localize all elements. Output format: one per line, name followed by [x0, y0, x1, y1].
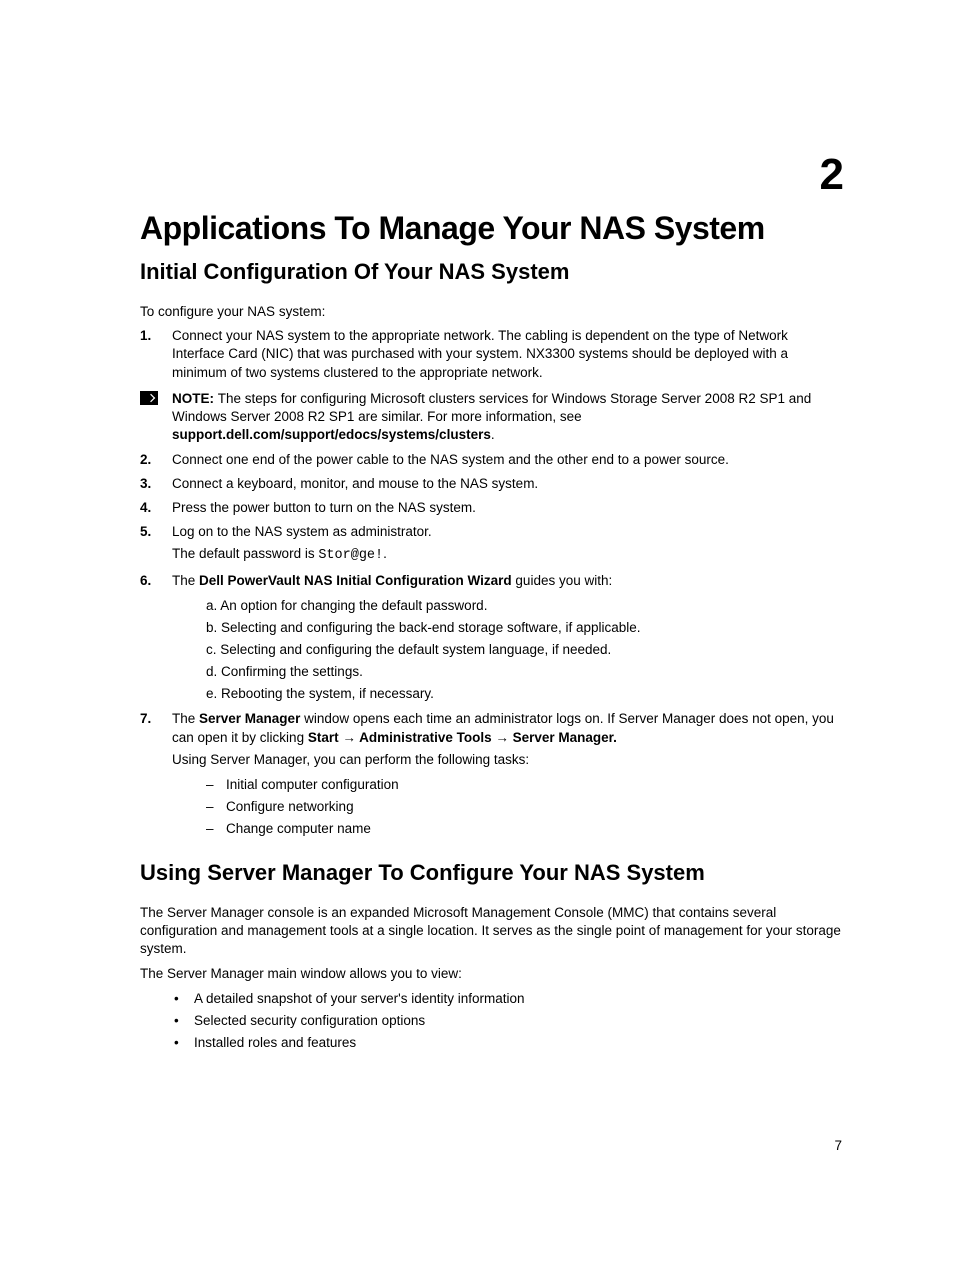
step-5: Log on to the NAS system as administrato… [140, 523, 844, 565]
intro-paragraph: To configure your NAS system: [140, 303, 844, 321]
chapter-number: 2 [820, 150, 844, 200]
step-6: The Dell PowerVault NAS Initial Configur… [140, 572, 844, 705]
step-6e: e. Rebooting the system, if necessary. [206, 684, 844, 705]
server-manager-para1: The Server Manager console is an expande… [140, 904, 844, 959]
note-label: NOTE: [172, 391, 218, 406]
step-6b: b. Selecting and configuring the back-en… [206, 618, 844, 639]
page-title: Applications To Manage Your NAS System [140, 210, 844, 247]
note-text: The steps for configuring Microsoft clus… [172, 391, 811, 424]
section-heading-server-manager: Using Server Manager To Configure Your N… [140, 860, 844, 886]
step-7-pre: The [172, 711, 199, 726]
note-period: . [491, 427, 495, 442]
default-password: Stor@ge! [318, 548, 383, 563]
step-6c: c. Selecting and configuring the default… [206, 640, 844, 661]
step-1: Connect your NAS system to the appropria… [140, 327, 844, 444]
step-3: Connect a keyboard, monitor, and mouse t… [140, 475, 844, 493]
server-manager-view-list: A detailed snapshot of your server's ide… [140, 989, 844, 1054]
step-6a: a. An option for changing the default pa… [206, 596, 844, 617]
section-heading-initial-config: Initial Configuration Of Your NAS System [140, 259, 844, 285]
step-6-pre: The [172, 573, 199, 588]
step-5b-post: . [383, 546, 387, 561]
task-configure-networking: Configure networking [206, 797, 844, 818]
note-link: support.dell.com/support/edocs/systems/c… [172, 427, 491, 442]
note-block: NOTE: The steps for configuring Microsof… [140, 390, 844, 445]
note-icon [140, 391, 158, 405]
step-5b-pre: The default password is [172, 546, 318, 561]
page-number: 7 [834, 1138, 842, 1153]
document-page: 2 Applications To Manage Your NAS System… [0, 0, 954, 1268]
step-6-wizard-name: Dell PowerVault NAS Initial Configuratio… [199, 573, 512, 588]
step-6-post: guides you with: [512, 573, 613, 588]
step-6d: d. Confirming the settings. [206, 662, 844, 683]
step-5-password-line: The default password is Stor@ge!. [172, 545, 844, 565]
step-7-tasks-list: Initial computer configuration Configure… [172, 775, 844, 840]
step-5-text: Log on to the NAS system as administrato… [172, 524, 432, 539]
step-7-path: Start → Administrative Tools → Server Ma… [308, 730, 617, 745]
server-manager-para2: The Server Manager main window allows yo… [140, 965, 844, 983]
step-2: Connect one end of the power cable to th… [140, 451, 844, 469]
step-1-text: Connect your NAS system to the appropria… [172, 328, 788, 379]
step-7: The Server Manager window opens each tim… [140, 710, 844, 839]
view-roles: Installed roles and features [174, 1033, 844, 1054]
config-steps-list: Connect your NAS system to the appropria… [140, 327, 844, 840]
task-initial-config: Initial computer configuration [206, 775, 844, 796]
task-change-name: Change computer name [206, 819, 844, 840]
step-7-line2: Using Server Manager, you can perform th… [172, 751, 844, 769]
step-4: Press the power button to turn on the NA… [140, 499, 844, 517]
view-security: Selected security configuration options [174, 1011, 844, 1032]
view-identity: A detailed snapshot of your server's ide… [174, 989, 844, 1010]
step-7-server-manager: Server Manager [199, 711, 300, 726]
step-6-sublist: a. An option for changing the default pa… [172, 596, 844, 705]
